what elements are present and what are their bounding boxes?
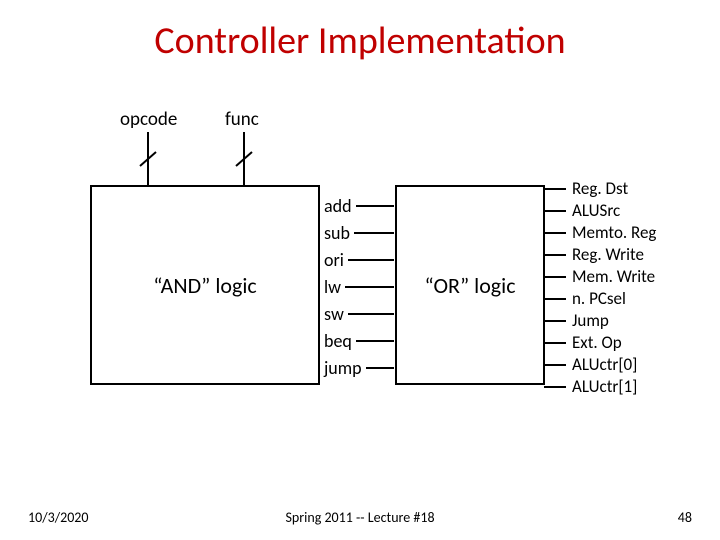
page-title: Controller Implementation xyxy=(0,18,720,64)
mid-add: add xyxy=(324,195,352,217)
out-regwrite: Reg. Write xyxy=(572,244,644,266)
output-signals: Reg. Dst ALUSrc Memto. Reg Reg. Write Me… xyxy=(566,178,656,398)
mid-beq: beq xyxy=(324,330,352,352)
mid-ori: ori xyxy=(324,249,344,271)
out-aluctr0: ALUctr[0] xyxy=(572,354,637,376)
label-func: func xyxy=(225,108,259,131)
out-aluctr1: ALUctr[1] xyxy=(572,376,637,398)
mid-jump: jump xyxy=(324,357,362,379)
bus-opcode xyxy=(136,132,166,187)
out-extop: Ext. Op xyxy=(572,332,622,354)
label-opcode: opcode xyxy=(120,108,177,131)
out-alusrc: ALUSrc xyxy=(572,200,620,222)
footer-lecture: Spring 2011 -- Lecture #18 xyxy=(0,509,720,526)
out-memtoreg: Memto. Reg xyxy=(572,222,656,244)
out-jump: Jump xyxy=(572,310,609,332)
and-logic-label: “AND” logic xyxy=(153,272,256,299)
or-logic-box: “OR” logic xyxy=(395,185,545,385)
out-npcsel: n. PCsel xyxy=(572,288,626,310)
mid-sub: sub xyxy=(324,222,350,244)
footer-page: 48 xyxy=(678,509,692,526)
decoded-signals: add sub ori lw sw beq jump xyxy=(324,192,394,381)
and-logic-box: “AND” logic xyxy=(90,185,320,385)
or-logic-label: “OR” logic xyxy=(424,272,515,299)
mid-lw: lw xyxy=(324,276,341,298)
bus-func xyxy=(232,132,262,187)
out-regdst: Reg. Dst xyxy=(572,178,628,200)
mid-sw: sw xyxy=(324,303,344,325)
out-memwrite: Mem. Write xyxy=(572,266,655,288)
